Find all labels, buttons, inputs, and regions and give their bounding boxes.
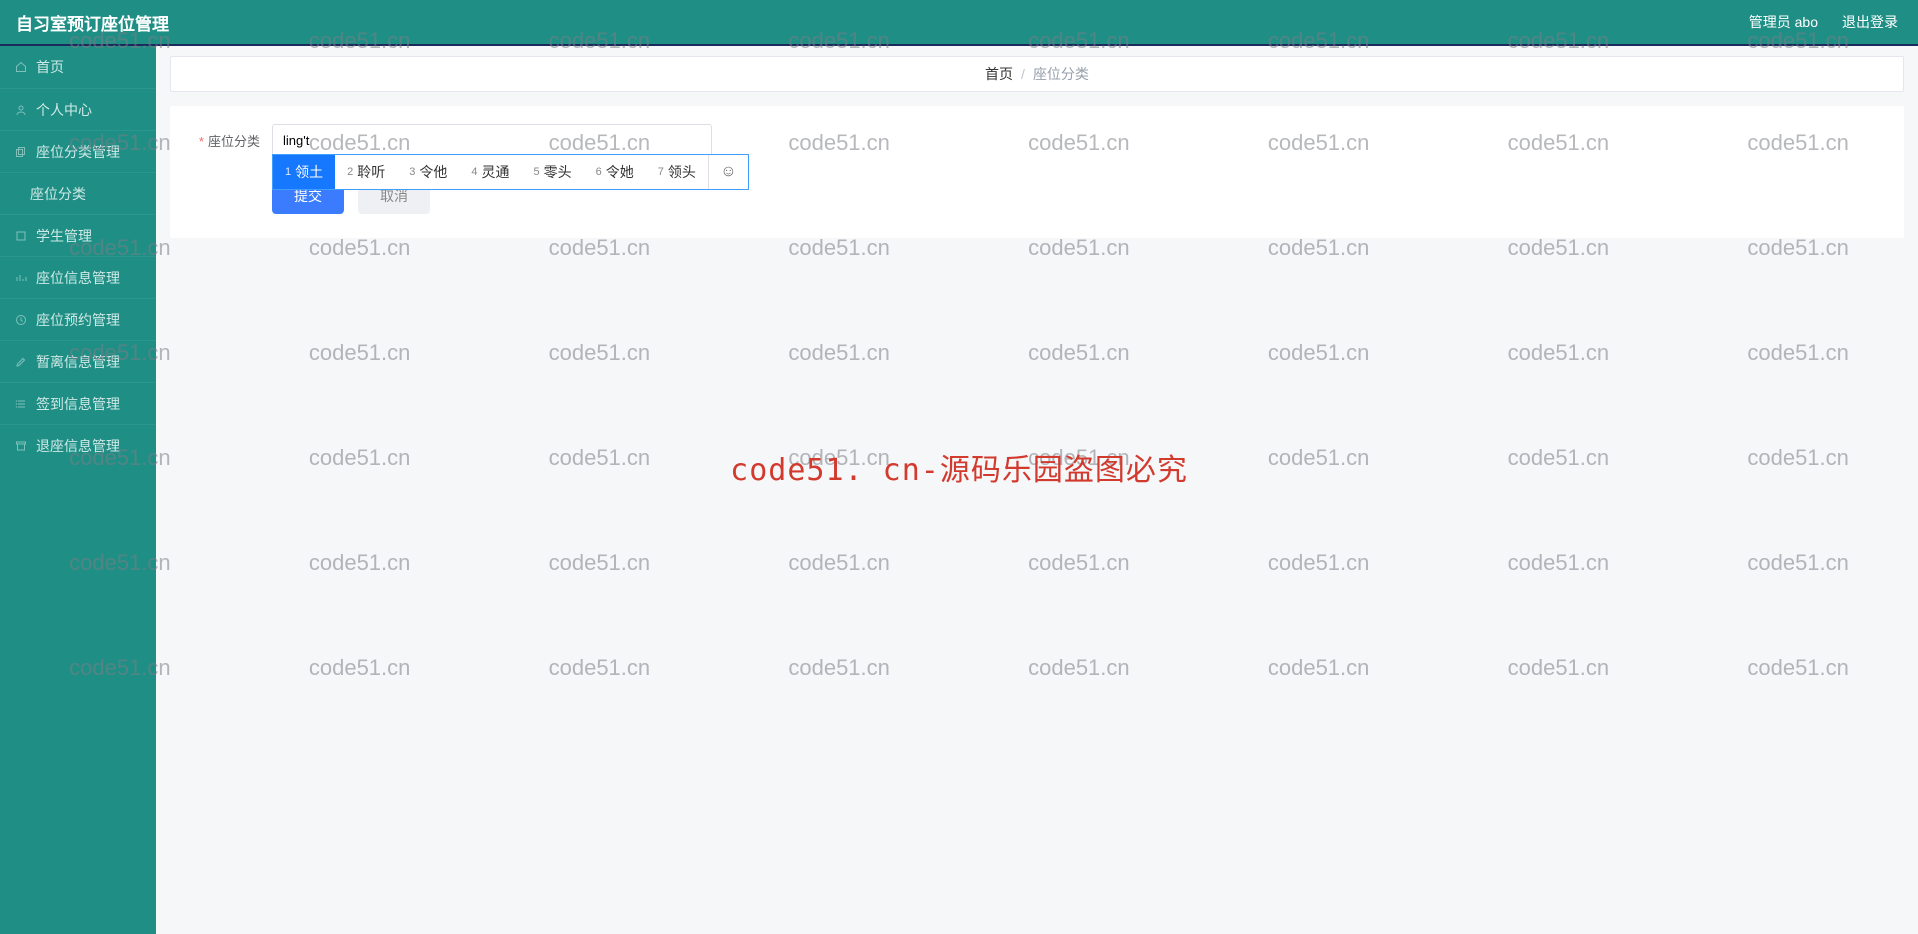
ime-candidate-3[interactable]: 3令他 bbox=[397, 155, 459, 189]
ime-candidate-4[interactable]: 4灵通 bbox=[459, 155, 521, 189]
sidebar-item-label: 座位分类 bbox=[30, 184, 86, 204]
breadcrumb-home[interactable]: 首页 bbox=[985, 64, 1013, 84]
topbar: 自习室预订座位管理 管理员 abo 退出登录 bbox=[0, 0, 1918, 44]
sidebar-item-label: 座位分类管理 bbox=[36, 142, 120, 162]
bars-icon bbox=[14, 271, 28, 285]
app-title: 自习室预订座位管理 bbox=[16, 10, 169, 35]
ime-candidate-1[interactable]: 1领土 bbox=[273, 155, 335, 189]
sidebar-item-1[interactable]: 个人中心 bbox=[0, 88, 156, 130]
sidebar-item-label: 学生管理 bbox=[36, 226, 92, 246]
edit-icon bbox=[14, 355, 28, 369]
main-content: 首页 / 座位分类 *座位分类 1领土2聆听3令他4灵通5零头6令她7领头☺ bbox=[156, 46, 1918, 934]
sidebar-item-label: 座位预约管理 bbox=[36, 310, 120, 330]
list-icon bbox=[14, 397, 28, 411]
admin-user-link[interactable]: 管理员 abo bbox=[1749, 12, 1818, 32]
breadcrumb: 首页 / 座位分类 bbox=[170, 56, 1904, 92]
sidebar-item-7[interactable]: 暂离信息管理 bbox=[0, 340, 156, 382]
sidebar-item-0[interactable]: 首页 bbox=[0, 46, 156, 88]
user-icon bbox=[14, 103, 28, 117]
ime-candidate-5[interactable]: 5零头 bbox=[522, 155, 584, 189]
ime-candidate-6[interactable]: 6令她 bbox=[584, 155, 646, 189]
form-panel: *座位分类 1领土2聆听3令他4灵通5零头6令她7领头☺ 提交 取消 bbox=[170, 106, 1904, 238]
form-label-seat-category: *座位分类 bbox=[190, 131, 260, 150]
breadcrumb-current: 座位分类 bbox=[1033, 64, 1089, 84]
clock-icon bbox=[14, 313, 28, 327]
copy-icon bbox=[14, 145, 28, 159]
ime-candidate-bar: 1领土2聆听3令他4灵通5零头6令她7领头☺ bbox=[272, 154, 749, 190]
sidebar-item-2[interactable]: 座位分类管理 bbox=[0, 130, 156, 172]
sidebar-item-label: 退座信息管理 bbox=[36, 436, 120, 456]
sidebar-item-4[interactable]: 学生管理 bbox=[0, 214, 156, 256]
sidebar-item-5[interactable]: 座位信息管理 bbox=[0, 256, 156, 298]
sidebar-item-9[interactable]: 退座信息管理 bbox=[0, 424, 156, 466]
sidebar-item-label: 个人中心 bbox=[36, 100, 92, 120]
breadcrumb-separator: / bbox=[1021, 66, 1025, 82]
sidebar-item-label: 签到信息管理 bbox=[36, 394, 120, 414]
ime-candidate-2[interactable]: 2聆听 bbox=[335, 155, 397, 189]
sidebar-item-label: 座位信息管理 bbox=[36, 268, 120, 288]
archive-icon bbox=[14, 439, 28, 453]
logout-link[interactable]: 退出登录 bbox=[1842, 12, 1898, 32]
ime-candidate-7[interactable]: 7领头 bbox=[646, 155, 708, 189]
sidebar: 首页个人中心座位分类管理座位分类学生管理座位信息管理座位预约管理暂离信息管理签到… bbox=[0, 46, 156, 934]
ime-emoji-button[interactable]: ☺ bbox=[708, 155, 748, 189]
sidebar-item-label: 首页 bbox=[36, 57, 64, 77]
seat-category-input[interactable] bbox=[272, 124, 712, 156]
sidebar-item-3[interactable]: 座位分类 bbox=[0, 172, 156, 214]
sidebar-item-label: 暂离信息管理 bbox=[36, 352, 120, 372]
sidebar-item-8[interactable]: 签到信息管理 bbox=[0, 382, 156, 424]
home-icon bbox=[14, 60, 28, 74]
sidebar-item-6[interactable]: 座位预约管理 bbox=[0, 298, 156, 340]
box-icon bbox=[14, 229, 28, 243]
